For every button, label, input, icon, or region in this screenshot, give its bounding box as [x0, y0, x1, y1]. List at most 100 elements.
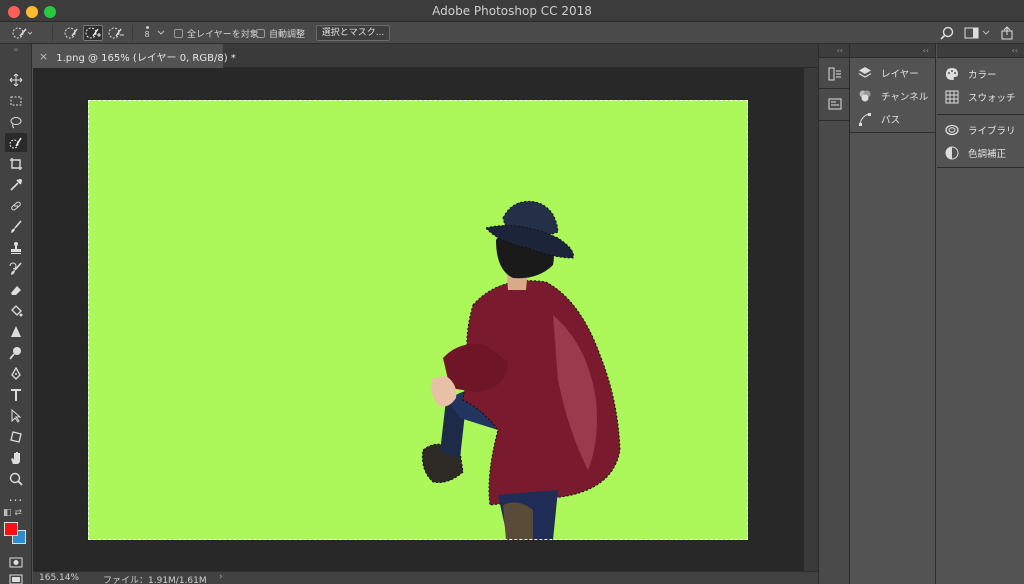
brush-size-value: 8 — [144, 30, 150, 39]
zoom-tool[interactable] — [5, 469, 27, 488]
tool-preset-picker[interactable] — [12, 25, 46, 41]
brush-size-picker[interactable]: 8 — [140, 24, 154, 44]
crop-tool[interactable] — [5, 154, 27, 173]
edit-toolbar-button[interactable]: ... — [5, 487, 27, 506]
color-panel-tab[interactable]: カラー — [945, 65, 997, 83]
subtract-from-selection-icon — [108, 27, 124, 39]
add-to-selection-mode-button[interactable] — [83, 25, 103, 41]
channels-icon — [859, 90, 871, 102]
screen-mode-button[interactable] — [5, 570, 27, 584]
close-tab-icon[interactable]: × — [39, 50, 48, 63]
crop-tool-icon — [10, 157, 22, 170]
window-title: Adobe Photoshop CC 2018 — [432, 4, 592, 18]
status-menu-arrow[interactable]: › — [219, 572, 223, 582]
swatches-icon — [945, 90, 959, 104]
hand-tool[interactable] — [5, 448, 27, 467]
libraries-icon — [945, 124, 959, 136]
color-group-header[interactable]: ‹‹ — [937, 44, 1024, 58]
clone-stamp-tool[interactable] — [5, 238, 27, 257]
swatches-panel-tab[interactable]: スウォッチ — [945, 88, 1016, 106]
panel-strip-header[interactable]: ‹‹ — [819, 44, 849, 58]
color-panel-group: ‹‹ カラー スウォッチ ライブラリ 色調補正 — [937, 44, 1024, 584]
layers-group-header[interactable]: ‹‹ — [850, 44, 935, 58]
adjustments-panel-tab[interactable]: 色調補正 — [945, 144, 1006, 162]
channels-label: チャンネル — [881, 92, 929, 103]
document-tab[interactable]: × 1.png @ 165% (レイヤー 0, RGB/8) * — [33, 44, 236, 68]
sample-all-layers-label: 全レイヤーを対象 — [187, 29, 259, 40]
zoom-level-field[interactable]: 165.14% — [39, 573, 79, 583]
auto-enhance-checkbox[interactable]: 自動調整 — [256, 25, 305, 41]
sharpen-tool-icon — [11, 325, 21, 337]
checkbox-box — [256, 28, 265, 38]
paths-panel-tab[interactable]: パス — [858, 110, 900, 128]
healing-brush-tool[interactable] — [5, 196, 27, 215]
brush-tool-icon — [11, 219, 22, 233]
move-tool[interactable] — [5, 70, 27, 89]
lasso-tool[interactable] — [5, 112, 27, 131]
brush-dot-icon — [145, 26, 149, 29]
vertical-scrollbar[interactable] — [804, 68, 818, 571]
quick-mask-button[interactable] — [5, 552, 27, 571]
collapsed-panel-strip: ‹‹ — [818, 44, 851, 584]
document-tab-bar: × 1.png @ 165% (レイヤー 0, RGB/8) * — [33, 44, 818, 68]
separator — [52, 25, 53, 41]
search-button[interactable] — [940, 25, 954, 41]
history-panel-button[interactable] — [827, 66, 843, 82]
brush-tool[interactable] — [5, 217, 27, 236]
type-tool[interactable] — [5, 385, 27, 404]
sharpen-tool[interactable] — [5, 322, 27, 341]
channels-panel-tab[interactable]: チャンネル — [858, 87, 928, 105]
paint-bucket-icon — [11, 304, 23, 316]
layers-icon — [858, 67, 872, 78]
dodge-tool[interactable] — [5, 343, 27, 362]
history-brush-tool[interactable] — [5, 259, 27, 278]
tools-panel: » ... ◧ ⇄ — [0, 44, 32, 584]
layers-panel-group: ‹‹ レイヤー チャンネル パス — [850, 44, 936, 584]
type-tool-icon — [11, 388, 21, 401]
layers-panel-tab[interactable]: レイヤー — [858, 64, 919, 82]
toolbar-collapse-button[interactable]: » — [0, 44, 32, 56]
marquee-tool[interactable] — [5, 91, 27, 110]
screen-mode-icon — [9, 574, 23, 584]
paths-label: パス — [881, 115, 901, 126]
new-selection-mode-button[interactable] — [62, 25, 82, 41]
separator — [850, 132, 936, 133]
properties-panel-button[interactable] — [827, 96, 843, 112]
path-selection-icon — [11, 408, 22, 423]
hand-tool-icon — [11, 451, 20, 464]
select-and-mask-button[interactable]: 選択とマスク... — [316, 25, 390, 41]
pen-tool-icon — [11, 366, 21, 380]
zoom-tool-icon — [9, 472, 23, 486]
pen-tool[interactable] — [5, 364, 27, 383]
lasso-tool-icon — [10, 116, 22, 128]
file-size-info: ファイル：1.91M/1.61M — [103, 576, 207, 584]
foreground-color-swatch[interactable] — [4, 522, 18, 536]
libraries-panel-tab[interactable]: ライブラリ — [945, 121, 1016, 139]
dodge-tool-icon — [9, 346, 21, 360]
eraser-tool[interactable] — [5, 280, 27, 299]
add-to-selection-icon — [85, 27, 101, 39]
layers-label: レイヤー — [881, 69, 919, 80]
subtract-from-selection-mode-button[interactable] — [106, 25, 126, 41]
sample-all-layers-checkbox[interactable]: 全レイヤーを対象 — [174, 25, 259, 41]
default-colors-icon[interactable]: ◧ ⇄ — [3, 508, 22, 518]
quick-selection-tool[interactable] — [5, 133, 27, 152]
path-selection-tool[interactable] — [5, 406, 27, 425]
workspace-switcher[interactable] — [964, 25, 992, 41]
eraser-tool-icon — [11, 285, 21, 295]
share-button[interactable] — [1000, 25, 1014, 41]
paint-bucket-tool[interactable] — [5, 301, 27, 320]
image-canvas[interactable] — [87, 99, 749, 541]
adjustments-icon — [945, 146, 959, 160]
brush-picker-chevron[interactable] — [157, 25, 165, 41]
eyedropper-tool-icon — [10, 178, 22, 191]
eyedropper-tool[interactable] — [5, 175, 27, 194]
title-bar: Adobe Photoshop CC 2018 — [0, 0, 1024, 22]
status-bar: 165.14% ファイル：1.91M/1.61M › — [33, 571, 818, 584]
color-palette-icon — [946, 68, 958, 80]
shape-tool[interactable] — [5, 427, 27, 446]
checkbox-box — [174, 28, 183, 38]
workspace-icon — [964, 27, 990, 39]
healing-brush-icon — [11, 201, 21, 210]
color-label: カラー — [968, 70, 997, 81]
